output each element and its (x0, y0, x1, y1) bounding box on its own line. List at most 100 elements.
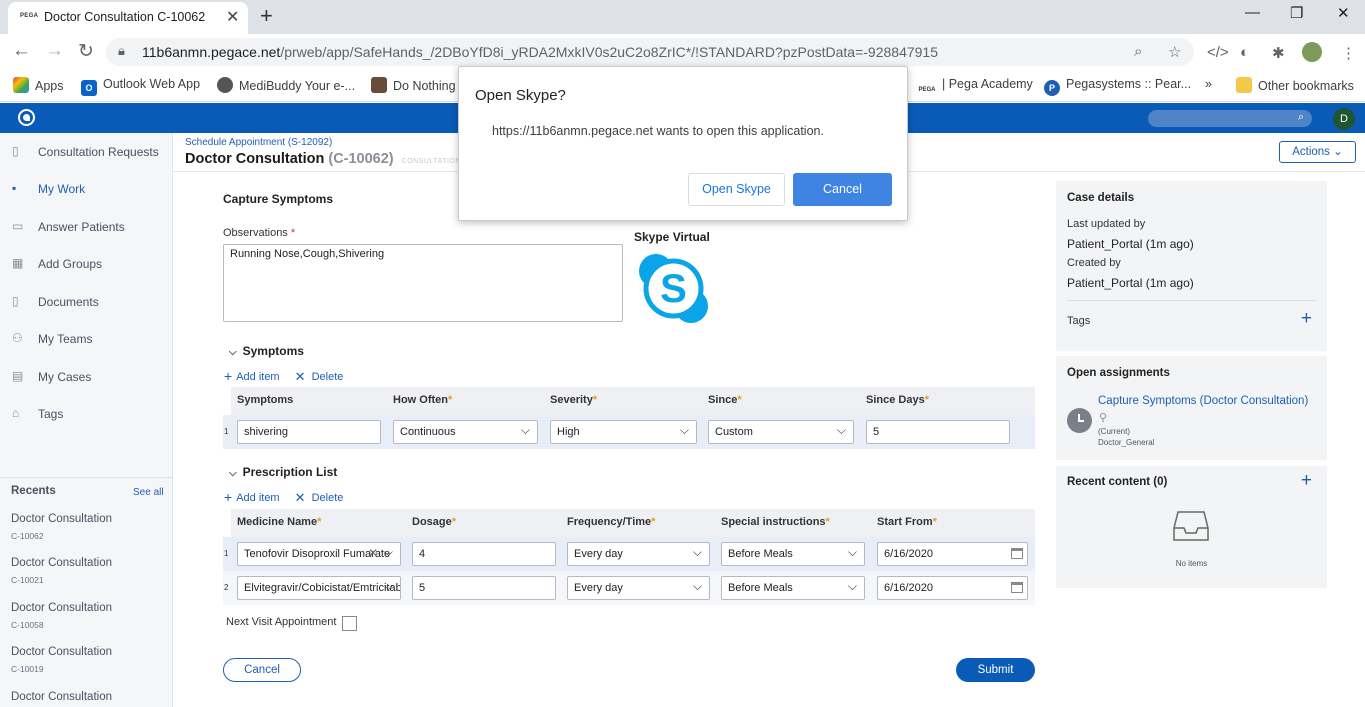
delete-prescription-button[interactable]: ✕ Delete (295, 490, 344, 505)
sidebar: ▯ Consultation Requests ▪ My Work ▭ Answer … (0, 133, 173, 707)
bookmark-star-icon[interactable]: ☆ (1168, 43, 1181, 61)
add-prescription-button[interactable]: + Add item (224, 489, 280, 505)
parent-case-link[interactable]: Schedule Appointment (S-12092) (185, 137, 332, 148)
recent-item[interactable]: Doctor Consultation C-10021 (11, 557, 161, 585)
medicine-select[interactable]: Elvitegravir/Cobicistat/Emtricitabine ⌵ (237, 576, 401, 600)
see-all-link[interactable]: See all (133, 487, 164, 498)
add-symptom-button[interactable]: + Add item (224, 368, 280, 384)
dialog-cancel-button[interactable]: Cancel (793, 173, 892, 206)
sidebar-item-documents[interactable]: ▯ Documents (0, 290, 172, 314)
created-value: Patient_Portal (1m ago) (1067, 276, 1194, 290)
column-header: Dosage* (412, 516, 457, 528)
dosage-input[interactable]: 4 (412, 542, 556, 566)
new-tab-icon[interactable]: + (260, 3, 273, 29)
observations-textarea[interactable]: Running Nose,Cough,Shivering (223, 244, 623, 322)
search-icon[interactable]: ⌕ (1298, 111, 1304, 124)
user-avatar[interactable]: D (1333, 108, 1355, 130)
sidebar-item-add-groups[interactable]: ▦ Add Groups (0, 252, 172, 276)
lock-icon[interactable]: 🔒︎ (118, 43, 125, 59)
close-tab-icon[interactable]: ✕ (226, 7, 239, 27)
prescription-section-header[interactable]: ⌵ Prescription List (229, 465, 337, 479)
bookmark-pegasystems[interactable]: P Pegasystems :: Pear... (1044, 77, 1191, 96)
recent-item[interactable]: Doctor Consultation C-10062 (11, 513, 161, 541)
dosage-input[interactable]: 5 (412, 576, 556, 600)
close-window-icon[interactable]: ✕ (1337, 4, 1350, 22)
severity-select[interactable]: High ⌵ (550, 420, 697, 444)
globe-icon (217, 77, 233, 93)
reload-icon[interactable]: ↻ (78, 40, 94, 63)
add-content-icon[interactable]: + (1301, 470, 1312, 492)
sidebar-item-consultation-requests[interactable]: ▯ Consultation Requests (0, 140, 172, 164)
instructions-select[interactable]: Before Meals ⌵ (721, 576, 865, 600)
skype-icon[interactable]: S (636, 251, 711, 326)
start-date-input[interactable]: 6/16/2020 (877, 542, 1028, 566)
minimize-icon[interactable]: — (1245, 4, 1260, 21)
close-icon: ✕ (294, 369, 306, 384)
bookmark-outlook[interactable]: O Outlook Web App (81, 77, 200, 96)
chevron-down-icon: ⌵ (847, 579, 857, 593)
delete-symptom-button[interactable]: ✕ Delete (294, 369, 344, 384)
open-assignments-panel: Open assignments Capture Symptoms (Docto… (1056, 356, 1327, 460)
browser-tab[interactable]: PEGA Doctor Consultation C-10062 ✕ (8, 2, 248, 34)
sidebar-item-my-work[interactable]: ▪ My Work (0, 177, 172, 201)
sidebar-item-answer-patients[interactable]: ▭ Answer Patients (0, 215, 172, 239)
extensions-puzzle-icon[interactable]: ✱ (1272, 44, 1285, 62)
calendar-icon[interactable] (1011, 582, 1023, 593)
clear-icon: ✕ (367, 546, 378, 560)
bookmark-apps[interactable]: Apps (13, 77, 64, 93)
search-input[interactable]: ⌕ (1148, 110, 1312, 127)
column-header: Severity* (550, 394, 598, 406)
profile-avatar[interactable] (1302, 42, 1322, 62)
back-icon[interactable]: ← (12, 40, 31, 62)
assignment-link[interactable]: Capture Symptoms (Doctor Consultation) (1098, 395, 1308, 407)
recent-content-panel: Recent content (0) + No items (1056, 466, 1327, 588)
devtools-icon[interactable]: </> (1207, 44, 1229, 61)
app-logo-icon[interactable] (18, 109, 35, 126)
since-days-input[interactable]: 5 (866, 420, 1010, 444)
how-often-select[interactable]: Continuous ⌵ (393, 420, 538, 444)
recent-item[interactable]: Doctor Consultation C-10058 (11, 602, 161, 630)
bookmark-do-nothing[interactable]: Do Nothing (371, 77, 456, 93)
bookmark-pega-academy[interactable]: PEGA | Pega Academy (918, 77, 1033, 98)
open-skype-button[interactable]: Open Skype (688, 173, 785, 206)
restore-icon[interactable]: ❐ (1290, 4, 1303, 22)
forward-icon[interactable]: → (45, 40, 64, 62)
menu-kebab-icon[interactable]: ⋮ (1341, 44, 1356, 62)
column-header: Medicine Name* (237, 516, 322, 528)
divider (1067, 300, 1316, 301)
chevron-down-icon: ⌵ (229, 468, 237, 479)
chevron-down-icon: ⌵ (836, 423, 846, 437)
sidebar-item-tags[interactable]: ⌂ Tags (0, 402, 172, 426)
plus-icon: + (224, 489, 233, 505)
actions-button[interactable]: Actions ⌄ (1279, 141, 1356, 163)
next-visit-label: Next Visit Appointment (226, 616, 337, 628)
address-bar[interactable]: 🔒︎ 11b6anmn.pegace.net/prweb/app/SafeHan… (106, 38, 1194, 66)
extension-circle-icon[interactable]: ◐ (1240, 44, 1249, 61)
bookmark-medibuddy[interactable]: MediBuddy Your e-... (217, 77, 355, 93)
recent-item[interactable]: Doctor Consultation (11, 691, 161, 703)
image-icon (371, 77, 387, 93)
medicine-select[interactable]: Tenofovir Disoproxil Fumarate ✕ ⌵ (237, 542, 401, 566)
calendar-icon[interactable] (1011, 548, 1023, 559)
document-icon: ▯ (12, 294, 19, 308)
last-updated-label: Last updated by (1067, 218, 1146, 230)
sidebar-item-my-cases[interactable]: ▤ My Cases (0, 365, 172, 389)
flag-icon: ▪ (12, 181, 17, 195)
bookmarks-overflow[interactable]: » (1205, 77, 1212, 91)
symptoms-section-header[interactable]: ⌵ Symptoms (229, 344, 304, 358)
chevron-down-icon: ⌵ (229, 347, 237, 358)
sidebar-item-my-teams[interactable]: ⚇ My Teams (0, 327, 172, 351)
cancel-button[interactable]: Cancel (223, 658, 301, 682)
frequency-select[interactable]: Every day ⌵ (567, 576, 710, 600)
since-select[interactable]: Custom ⌵ (708, 420, 854, 444)
bookmark-other[interactable]: Other bookmarks (1236, 77, 1354, 93)
recent-item[interactable]: Doctor Consultation C-10019 (11, 646, 161, 674)
next-visit-checkbox[interactable] (342, 616, 357, 631)
zoom-icon[interactable]: ⌕ (1134, 43, 1142, 60)
instructions-select[interactable]: Before Meals ⌵ (721, 542, 865, 566)
frequency-select[interactable]: Every day ⌵ (567, 542, 710, 566)
start-date-input[interactable]: 6/16/2020 (877, 576, 1028, 600)
submit-button[interactable]: Submit (956, 658, 1035, 682)
symptom-input[interactable]: shivering (237, 420, 381, 444)
add-tag-icon[interactable]: + (1301, 308, 1312, 330)
